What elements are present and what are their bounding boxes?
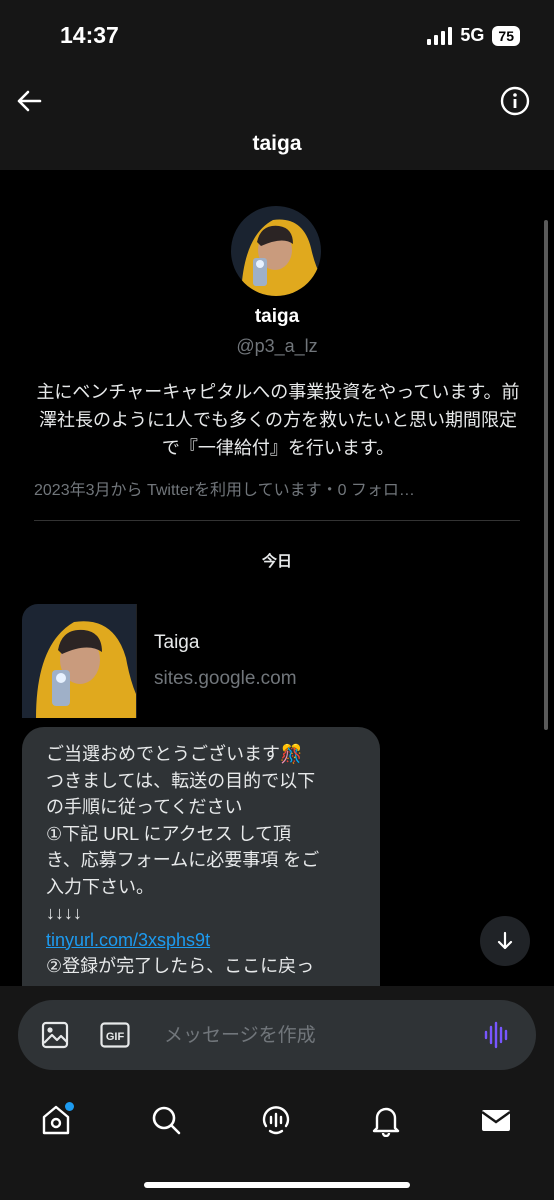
spaces-icon bbox=[262, 1106, 290, 1135]
message-line: ↓↓↓↓ bbox=[46, 903, 82, 923]
voice-wave-icon bbox=[484, 1021, 508, 1049]
info-button[interactable] bbox=[498, 84, 532, 118]
notification-dot bbox=[65, 1102, 74, 1111]
message-composer: GIF bbox=[18, 1000, 536, 1070]
profile-handle: @p3_a_lz bbox=[236, 336, 318, 356]
message-line: き、応募フォームに必要事項 をご bbox=[46, 850, 320, 870]
gif-icon: GIF bbox=[100, 1022, 130, 1048]
add-image-button[interactable] bbox=[40, 1020, 70, 1050]
conversation-title: taiga bbox=[252, 132, 302, 155]
composer-area: GIF bbox=[0, 986, 554, 1088]
conversation-content[interactable]: taiga @p3_a_lz 主にベンチャーキャピタルへの事業投資をやっています… bbox=[0, 170, 554, 986]
mail-icon bbox=[481, 1110, 511, 1131]
conversation-header: taiga bbox=[0, 72, 554, 170]
scroll-to-bottom-button[interactable] bbox=[480, 916, 530, 966]
avatar-image bbox=[231, 206, 321, 296]
gif-label: GIF bbox=[106, 1031, 125, 1043]
link-preview-card[interactable]: Taiga sites.google.com bbox=[22, 604, 382, 720]
message-line: ②登録が完了したら、ここに戻っ bbox=[46, 956, 315, 976]
profile-meta: 2023年3月から Twitterを利用しています・0 フォロ… bbox=[34, 482, 415, 499]
back-button[interactable] bbox=[12, 84, 46, 118]
back-arrow-icon bbox=[17, 90, 42, 112]
link-domain: sites.google.com bbox=[154, 668, 297, 689]
image-icon bbox=[41, 1021, 69, 1049]
profile-name: taiga bbox=[254, 306, 300, 327]
info-icon bbox=[500, 86, 530, 116]
tab-notifications[interactable] bbox=[366, 1100, 406, 1140]
status-time: 14:37 bbox=[60, 22, 119, 48]
message-line: つきましては、転送の目的で以下 bbox=[46, 770, 316, 791]
link-thumbnail-image bbox=[22, 604, 136, 718]
search-icon bbox=[152, 1106, 181, 1135]
message-line: の手順に従ってください bbox=[46, 797, 243, 817]
bell-icon bbox=[372, 1107, 400, 1137]
status-indicators: 5G 75 bbox=[427, 25, 520, 46]
message-line: ①下記 URL にアクセス して頂 bbox=[46, 823, 292, 844]
link-thumbnail bbox=[22, 604, 137, 718]
message-line: ご当選おめでとうございます🎊 bbox=[46, 744, 303, 764]
tab-search[interactable] bbox=[146, 1100, 186, 1140]
profile-avatar[interactable] bbox=[231, 206, 321, 296]
network-type: 5G bbox=[460, 25, 485, 45]
message-line: 入力下さい。 bbox=[46, 876, 154, 897]
message-link[interactable]: tinyurl.com/3xsphs9t bbox=[46, 927, 364, 954]
tab-home[interactable] bbox=[36, 1100, 76, 1140]
date-separator: 今日 bbox=[261, 553, 292, 570]
battery-level: 75 bbox=[492, 25, 520, 46]
message-input[interactable] bbox=[162, 1018, 466, 1054]
profile-bio: 主にベンチャーキャピタルへの事業投資をやっています。前澤社長のように1人でも多く… bbox=[36, 382, 520, 458]
home-indicator bbox=[144, 1182, 410, 1188]
link-title: Taiga bbox=[154, 632, 200, 653]
divider bbox=[34, 520, 520, 521]
arrow-down-icon bbox=[497, 931, 513, 950]
tab-spaces[interactable] bbox=[256, 1100, 296, 1140]
signal-icon bbox=[427, 26, 453, 45]
gif-button[interactable]: GIF bbox=[100, 1021, 130, 1049]
status-bar: 14:37 5G 75 bbox=[0, 0, 554, 72]
tab-messages[interactable] bbox=[476, 1100, 516, 1140]
scrollbar[interactable] bbox=[544, 220, 548, 730]
bottom-tab-bar bbox=[0, 1088, 554, 1200]
voice-message-button[interactable] bbox=[482, 1020, 512, 1050]
message-bubble[interactable]: ご当選おめでとうございます🎊 つきましては、転送の目的で以下 の手順に従ってくだ… bbox=[22, 727, 380, 986]
